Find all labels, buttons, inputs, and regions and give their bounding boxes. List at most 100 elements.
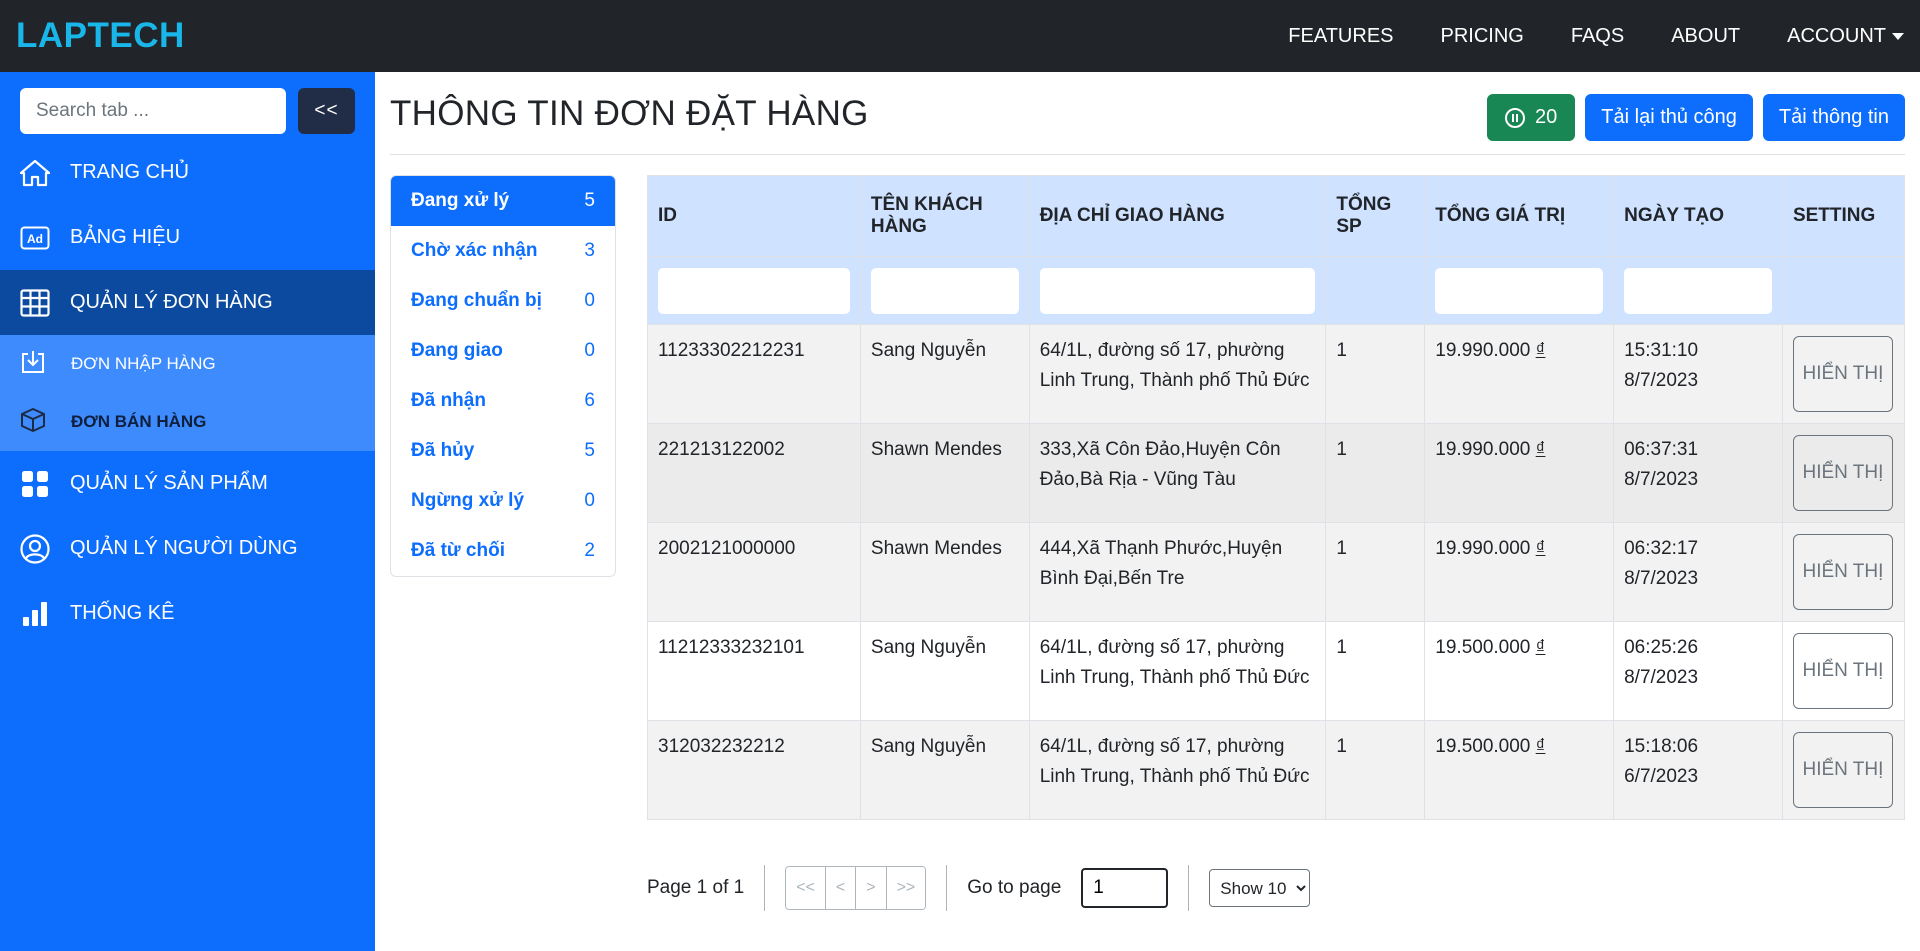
cell-created: 06:32:17 8/7/2023 <box>1613 522 1783 622</box>
pagination: Page 1 of 1 << < > >> Go to page Show 10 <box>647 865 1311 911</box>
status-count: 0 <box>584 290 595 311</box>
sidebar-search-row: << <box>0 72 375 140</box>
next-page-button[interactable]: > <box>856 867 887 909</box>
grid-icon <box>20 469 50 499</box>
sidebar-item-orders[interactable]: QUẢN LÝ ĐƠN HÀNG <box>0 270 375 335</box>
sidebar-item-label: QUẢN LÝ SẢN PHẨM <box>70 472 268 494</box>
show-order-button[interactable]: HIỂN THỊ <box>1792 336 1893 412</box>
column-header-id[interactable]: ID <box>647 175 861 257</box>
status-item-received[interactable]: Đã nhận 6 <box>391 376 615 426</box>
status-item-cancelled[interactable]: Đã hủy 5 <box>391 426 615 476</box>
page-size-select[interactable]: Show 10 <box>1209 869 1311 907</box>
goto-page-input[interactable] <box>1081 868 1169 908</box>
table-row: 312032232212 Sang Nguyễn 64/1L, đường số… <box>647 720 1906 820</box>
column-header-qty[interactable]: TỔNG SP <box>1325 175 1426 257</box>
cell-address: 333,Xã Côn Đảo,Huyện Côn Đảo,Bà Rịa - Vũ… <box>1028 423 1327 523</box>
currency-symbol: ₫ <box>1535 538 1546 559</box>
cell-setting: HIỂN THỊ <box>1781 720 1906 820</box>
column-header-total[interactable]: TỔNG GIÁ TRỊ <box>1424 175 1615 257</box>
sidebar-subitem-import-orders[interactable]: ĐƠN NHẬP HÀNG <box>0 335 375 393</box>
status-label: Đang xử lý <box>411 190 510 211</box>
cell-setting: HIỂN THỊ <box>1781 324 1906 424</box>
sidebar-collapse-button[interactable]: << <box>298 88 355 134</box>
status-item-processing[interactable]: Đang xử lý 5 <box>391 176 615 226</box>
column-header-created[interactable]: NGÀY TẠO <box>1613 175 1783 257</box>
sidebar-subitem-label: ĐƠN BÁN HÀNG <box>71 412 207 431</box>
nav-about[interactable]: ABOUT <box>1671 25 1740 48</box>
total-value: 19.990.000 <box>1435 538 1531 559</box>
cell-created: 15:31:10 8/7/2023 <box>1613 324 1783 424</box>
show-order-button[interactable]: HIỂN THỊ <box>1792 732 1893 808</box>
cell-customer: Shawn Mendes <box>859 423 1030 523</box>
status-item-awaiting-confirmation[interactable]: Chờ xác nhận 3 <box>391 226 615 276</box>
auto-refresh-timer-button[interactable]: 20 <box>1487 94 1576 141</box>
show-order-button[interactable]: HIỂN THỊ <box>1792 534 1893 610</box>
pager-divider <box>946 865 948 911</box>
status-label: Đã hủy <box>411 440 475 461</box>
status-label: Ngừng xử lý <box>411 490 525 511</box>
nav-features[interactable]: FEATURES <box>1288 25 1393 48</box>
status-item-preparing[interactable]: Đang chuẩn bị 0 <box>391 276 615 326</box>
sidebar-item-statistics[interactable]: THỐNG KÊ <box>0 581 375 646</box>
sidebar-item-label: THỐNG KÊ <box>70 602 175 624</box>
cell-customer: Sang Nguyễn <box>859 324 1030 424</box>
cell-customer: Shawn Mendes <box>859 522 1030 622</box>
timer-value: 20 <box>1535 106 1558 128</box>
nav-pricing[interactable]: PRICING <box>1441 25 1524 48</box>
filter-address-input[interactable] <box>1039 267 1316 314</box>
cell-qty: 1 <box>1325 621 1426 721</box>
show-order-button[interactable]: HIỂN THỊ <box>1792 633 1893 709</box>
status-item-delivering[interactable]: Đang giao 0 <box>391 326 615 376</box>
show-order-button[interactable]: HIỂN THỊ <box>1792 435 1893 511</box>
sidebar-item-home[interactable]: TRANG CHỦ <box>0 140 375 205</box>
table-row: 11212333232101 Sang Nguyễn 64/1L, đường … <box>647 621 1906 721</box>
created-date: 8/7/2023 <box>1624 469 1699 490</box>
status-count: 3 <box>584 240 595 261</box>
created-time: 06:25:26 <box>1624 637 1699 658</box>
total-value: 19.990.000 <box>1435 340 1531 361</box>
orders-table-wrapper: ID TÊN KHÁCH HÀNG ĐỊA CHỈ GIAO HÀNG TỔNG… <box>647 175 1906 820</box>
sidebar-subitem-label: ĐƠN NHẬP HÀNG <box>71 354 216 373</box>
page-nav-group: << < > >> <box>785 866 927 910</box>
status-label: Đang giao <box>411 340 503 361</box>
filter-id-input[interactable] <box>658 267 850 314</box>
download-tray-icon <box>20 349 46 380</box>
last-page-button[interactable]: >> <box>886 867 926 909</box>
status-count: 2 <box>584 540 595 561</box>
cell-id: 221213122002 <box>647 423 861 523</box>
column-header-customer[interactable]: TÊN KHÁCH HÀNG <box>859 175 1030 257</box>
created-date: 8/7/2023 <box>1624 568 1699 589</box>
pager-divider <box>1188 865 1190 911</box>
cell-id: 11212333232101 <box>647 621 861 721</box>
svg-text:Ad: Ad <box>27 232 43 246</box>
nav-account-label: ACCOUNT <box>1787 24 1886 47</box>
sidebar-item-label: TRANG CHỦ <box>70 161 189 183</box>
cell-id: 312032232212 <box>647 720 861 820</box>
sidebar-item-billboard[interactable]: Ad BẢNG HIỆU <box>0 205 375 270</box>
table-row: 221213122002 Shawn Mendes 333,Xã Côn Đảo… <box>647 423 1906 523</box>
nav-account-dropdown[interactable]: ACCOUNT <box>1787 25 1904 48</box>
manual-reload-button[interactable]: Tải lại thủ công <box>1585 94 1753 141</box>
sidebar-search-input[interactable] <box>20 88 286 134</box>
sidebar-item-label: BẢNG HIỆU <box>70 226 181 248</box>
status-item-rejected[interactable]: Đã từ chối 2 <box>391 526 615 576</box>
filter-total-input[interactable] <box>1435 267 1604 314</box>
load-info-button[interactable]: Tải thông tin <box>1762 94 1905 141</box>
cell-address: 64/1L, đường số 17, phường Linh Trung, T… <box>1028 621 1327 721</box>
nav-faqs[interactable]: FAQS <box>1571 25 1624 48</box>
filter-customer-input[interactable] <box>870 267 1019 314</box>
column-header-address[interactable]: ĐỊA CHỈ GIAO HÀNG <box>1028 175 1327 257</box>
orders-submenu: ĐƠN NHẬP HÀNG ĐƠN BÁN HÀNG <box>0 335 375 451</box>
brand-logo[interactable]: LAPTECH <box>16 16 185 56</box>
prev-page-button[interactable]: < <box>825 867 857 909</box>
cell-qty: 1 <box>1325 324 1426 424</box>
cell-address: 64/1L, đường số 17, phường Linh Trung, T… <box>1028 324 1327 424</box>
status-item-stopped[interactable]: Ngừng xử lý 0 <box>391 476 615 526</box>
cell-id: 2002121000000 <box>647 522 861 622</box>
filter-created-input[interactable] <box>1624 267 1772 314</box>
orders-table: ID TÊN KHÁCH HÀNG ĐỊA CHỈ GIAO HÀNG TỔNG… <box>647 175 1906 820</box>
sidebar-item-products[interactable]: QUẢN LÝ SẢN PHẨM <box>0 451 375 516</box>
sidebar-item-users[interactable]: QUẢN LÝ NGƯỜI DÙNG <box>0 516 375 581</box>
sidebar-subitem-sale-orders[interactable]: ĐƠN BÁN HÀNG <box>0 393 375 451</box>
first-page-button[interactable]: << <box>786 867 826 909</box>
